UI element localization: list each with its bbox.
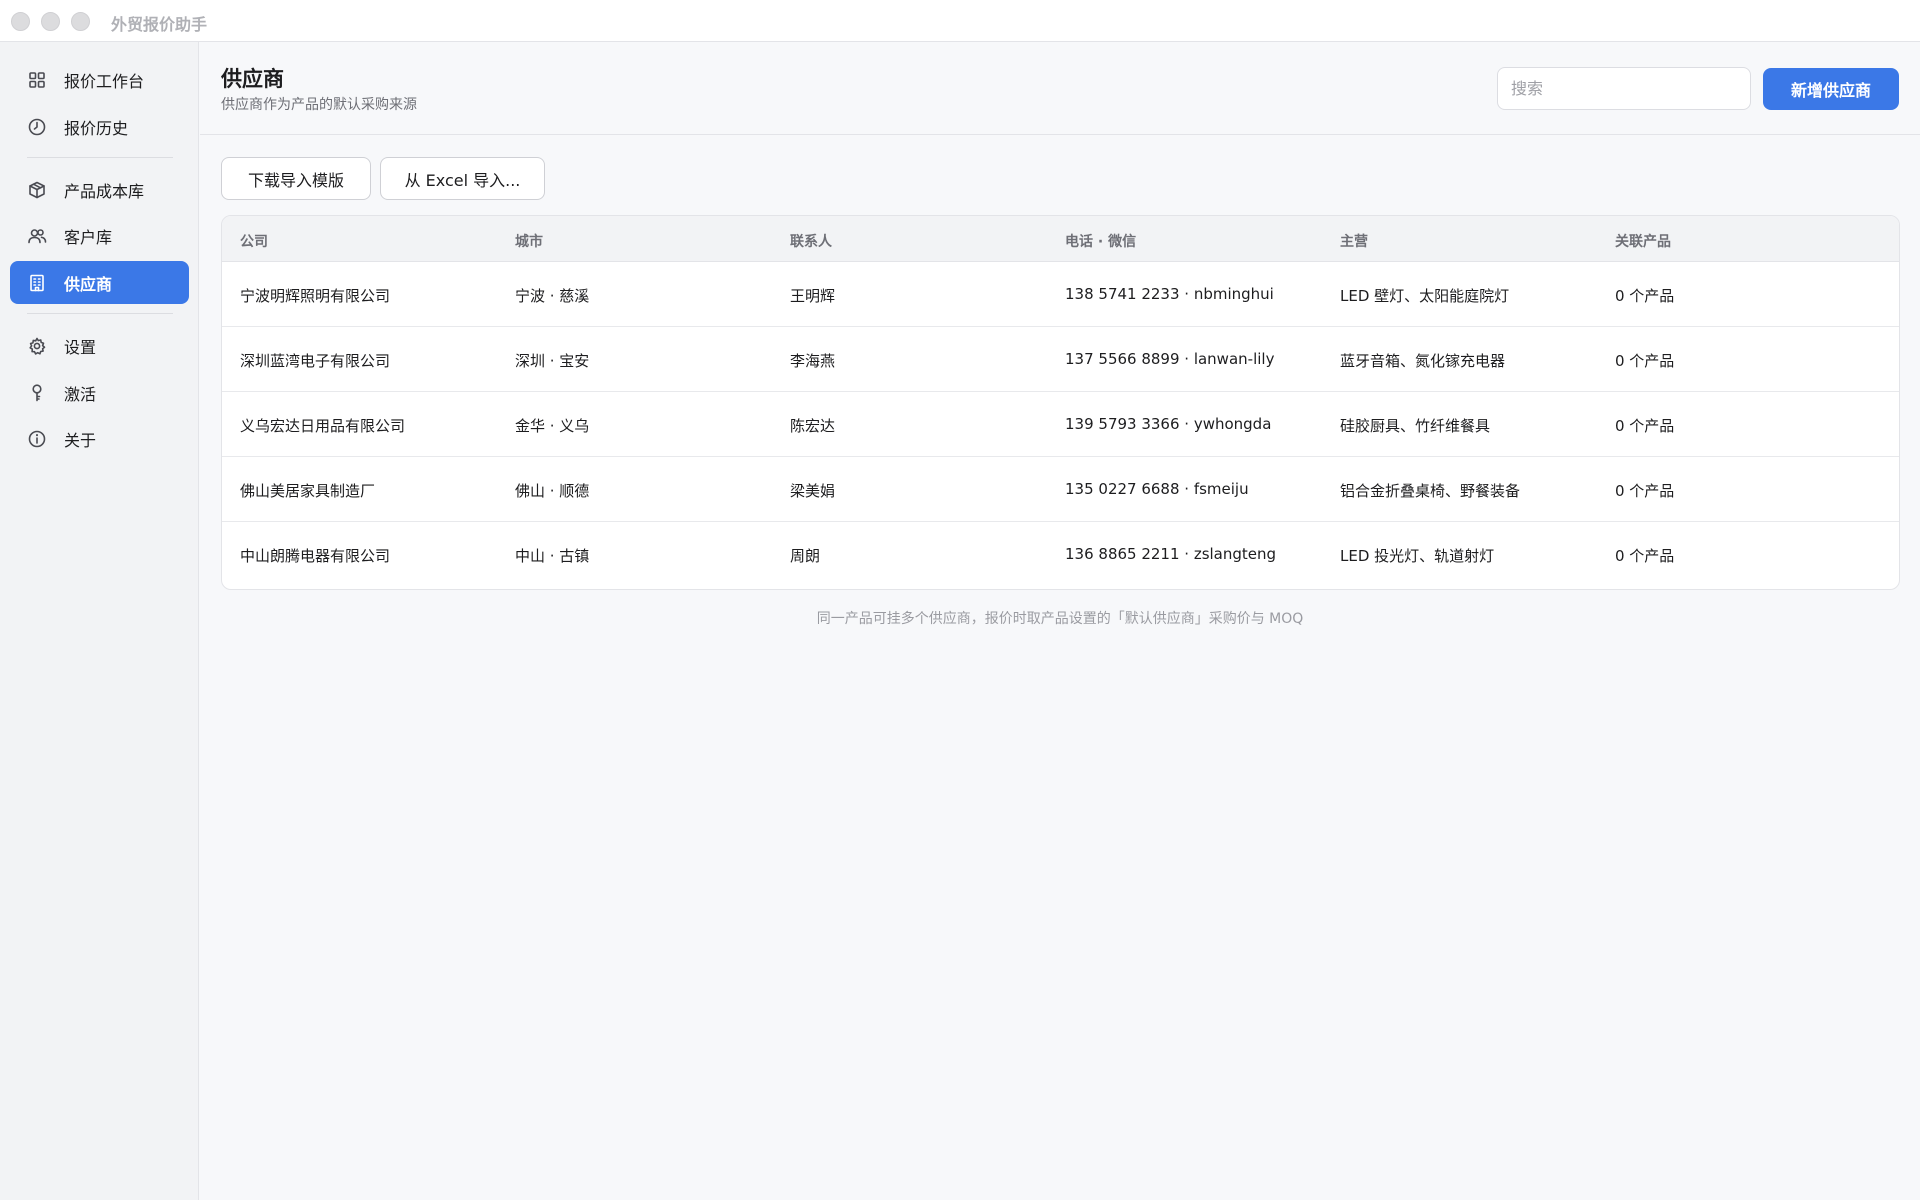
sidebar-item-customers[interactable]: 客户库 <box>10 214 189 257</box>
import-excel-button[interactable]: 从 Excel 导入... <box>380 157 545 200</box>
supplier-table: 公司 城市 联系人 电话 · 微信 主营 关联产品 宁波明辉照明有限公司 宁波 … <box>221 215 1900 590</box>
cell-linked-products: 0 个产品 <box>1615 287 1675 305</box>
app-title: 外贸报价助手 <box>111 15 208 34</box>
sidebar-item-settings[interactable]: 设置 <box>10 324 189 367</box>
main-content: 供应商 供应商作为产品的默认采购来源 新增供应商 下载导入模版 从 Excel … <box>200 42 1920 1200</box>
minimize-window-button[interactable] <box>41 12 60 31</box>
add-supplier-button[interactable]: 新增供应商 <box>1763 68 1899 110</box>
cell-main-business: 铝合金折叠桌椅、野餐装备 <box>1340 482 1521 500</box>
sidebar-item-label: 关于 <box>64 430 97 450</box>
cell-contact: 李海燕 <box>790 352 836 370</box>
cell-main-business: LED 投光灯、轨道射灯 <box>1340 547 1495 565</box>
cell-company: 中山朗腾电器有限公司 <box>240 547 391 565</box>
cell-main-business: 蓝牙音箱、氮化镓充电器 <box>1340 352 1506 370</box>
sidebar-item-about[interactable]: 关于 <box>10 417 189 460</box>
cell-main-business: 硅胶厨具、竹纤维餐具 <box>1340 417 1491 435</box>
sidebar-divider <box>27 313 173 314</box>
close-window-button[interactable] <box>11 12 30 31</box>
cell-contact: 王明辉 <box>790 287 836 305</box>
page-subtitle: 供应商作为产品的默认采购来源 <box>221 97 417 113</box>
cell-city: 佛山 · 顺德 <box>515 482 590 500</box>
cell-main-business: LED 壁灯、太阳能庭院灯 <box>1340 287 1510 305</box>
download-template-button[interactable]: 下载导入模版 <box>221 157 371 200</box>
sidebar-item-label: 报价历史 <box>64 118 129 138</box>
sidebar-item-label: 激活 <box>64 384 97 404</box>
cell-contact: 陈宏达 <box>790 417 836 435</box>
app-window: 外贸报价助手 报价工作台 报价历史 产品成本库 客户库 供应商 设置 激活 关于… <box>0 0 1920 1200</box>
users-icon <box>26 225 48 247</box>
page-title: 供应商 <box>221 67 284 91</box>
cell-company: 深圳蓝湾电子有限公司 <box>240 352 391 370</box>
sidebar-item-quote-workbench[interactable]: 报价工作台 <box>10 58 189 101</box>
cell-contact: 梁美娟 <box>790 482 836 500</box>
table-row[interactable]: 义乌宏达日用品有限公司 金华 · 义乌 陈宏达 139 5793 3366 · … <box>222 392 1899 457</box>
cell-city: 深圳 · 宝安 <box>515 352 590 370</box>
sidebar-divider <box>27 157 173 158</box>
grid-icon <box>26 69 48 91</box>
key-icon <box>26 382 48 404</box>
cell-linked-products: 0 个产品 <box>1615 417 1675 435</box>
clock-icon <box>26 116 48 138</box>
cell-linked-products: 0 个产品 <box>1615 547 1675 565</box>
sidebar-item-label: 报价工作台 <box>64 71 145 91</box>
cell-contact: 周朗 <box>790 547 821 565</box>
cell-linked-products: 0 个产品 <box>1615 352 1675 370</box>
info-icon <box>26 428 48 450</box>
cell-phone-wechat: 138 5741 2233 · nbminghui <box>1065 285 1274 303</box>
column-header-company[interactable]: 公司 <box>240 231 268 251</box>
sidebar-item-label: 供应商 <box>64 274 113 294</box>
cell-phone-wechat: 137 5566 8899 · lanwan-lily <box>1065 350 1275 368</box>
cell-linked-products: 0 个产品 <box>1615 482 1675 500</box>
cell-phone-wechat: 136 8865 2211 · zslangteng <box>1065 545 1277 563</box>
table-row[interactable]: 深圳蓝湾电子有限公司 深圳 · 宝安 李海燕 137 5566 8899 · l… <box>222 327 1899 392</box>
column-header-city[interactable]: 城市 <box>515 231 543 251</box>
sidebar-item-product-costs[interactable]: 产品成本库 <box>10 168 189 211</box>
building-icon <box>26 272 48 294</box>
cell-company: 宁波明辉照明有限公司 <box>240 287 391 305</box>
sidebar-item-label: 设置 <box>64 337 97 357</box>
sidebar-item-activate[interactable]: 激活 <box>10 371 189 414</box>
page-header: 供应商 供应商作为产品的默认采购来源 新增供应商 <box>200 42 1920 135</box>
cell-company: 义乌宏达日用品有限公司 <box>240 417 406 435</box>
box-icon <box>26 179 48 201</box>
cell-city: 中山 · 古镇 <box>515 547 590 565</box>
table-row[interactable]: 中山朗腾电器有限公司 中山 · 古镇 周朗 136 8865 2211 · zs… <box>222 522 1899 587</box>
sidebar-item-label: 产品成本库 <box>64 181 145 201</box>
column-header-linked-products[interactable]: 关联产品 <box>1615 231 1671 251</box>
column-header-contact[interactable]: 联系人 <box>790 231 832 251</box>
column-header-main-business[interactable]: 主营 <box>1340 231 1368 251</box>
table-row[interactable]: 宁波明辉照明有限公司 宁波 · 慈溪 王明辉 138 5741 2233 · n… <box>222 262 1899 327</box>
title-bar: 外贸报价助手 <box>0 0 1920 42</box>
table-footnote: 同一产品可挂多个供应商，报价时取产品设置的「默认供应商」采购价与 MOQ <box>816 611 1304 627</box>
gear-icon <box>26 335 48 357</box>
cell-company: 佛山美居家具制造厂 <box>240 482 376 500</box>
sidebar-item-quote-history[interactable]: 报价历史 <box>10 105 189 148</box>
cell-city: 宁波 · 慈溪 <box>515 287 590 305</box>
table-header: 公司 城市 联系人 电话 · 微信 主营 关联产品 <box>222 216 1899 262</box>
column-header-phone-wechat[interactable]: 电话 · 微信 <box>1065 231 1136 251</box>
sidebar: 报价工作台 报价历史 产品成本库 客户库 供应商 设置 激活 关于 <box>0 42 199 1200</box>
cell-city: 金华 · 义乌 <box>515 417 590 435</box>
sidebar-item-suppliers[interactable]: 供应商 <box>10 261 189 304</box>
cell-phone-wechat: 139 5793 3366 · ywhongda <box>1065 415 1272 433</box>
cell-phone-wechat: 135 0227 6688 · fsmeiju <box>1065 480 1249 498</box>
table-row[interactable]: 佛山美居家具制造厂 佛山 · 顺德 梁美娟 135 0227 6688 · fs… <box>222 457 1899 522</box>
zoom-window-button[interactable] <box>71 12 90 31</box>
sidebar-item-label: 客户库 <box>64 227 113 247</box>
search-input[interactable] <box>1497 67 1751 110</box>
